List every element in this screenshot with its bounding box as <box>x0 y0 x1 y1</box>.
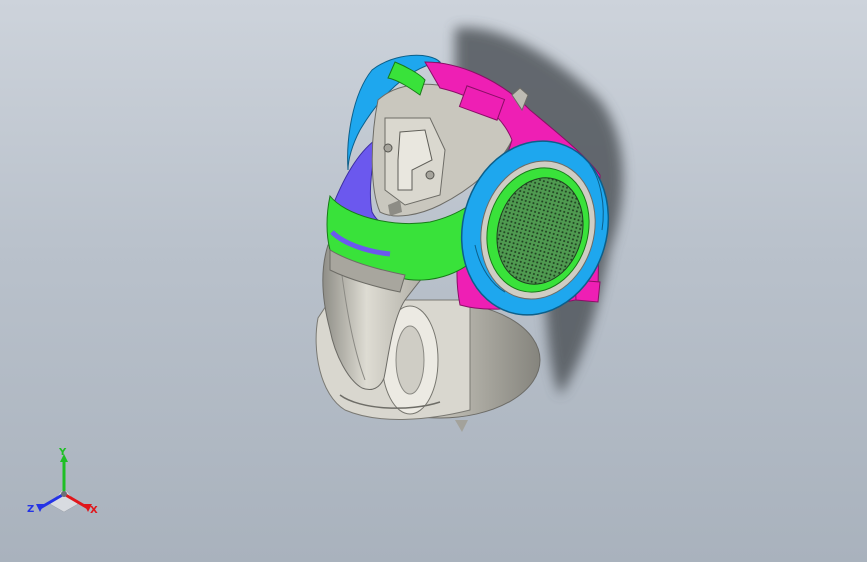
z-axis-label: Z <box>27 504 35 515</box>
view-orientation-triad: Y Z X <box>24 448 104 528</box>
vacuum-assembly-model[interactable] <box>0 0 867 562</box>
x-axis-label: X <box>90 505 98 516</box>
y-axis-label: Y <box>59 447 67 458</box>
graphics-viewport[interactable]: Y Z X <box>0 0 867 562</box>
triad-graphic <box>36 454 92 513</box>
